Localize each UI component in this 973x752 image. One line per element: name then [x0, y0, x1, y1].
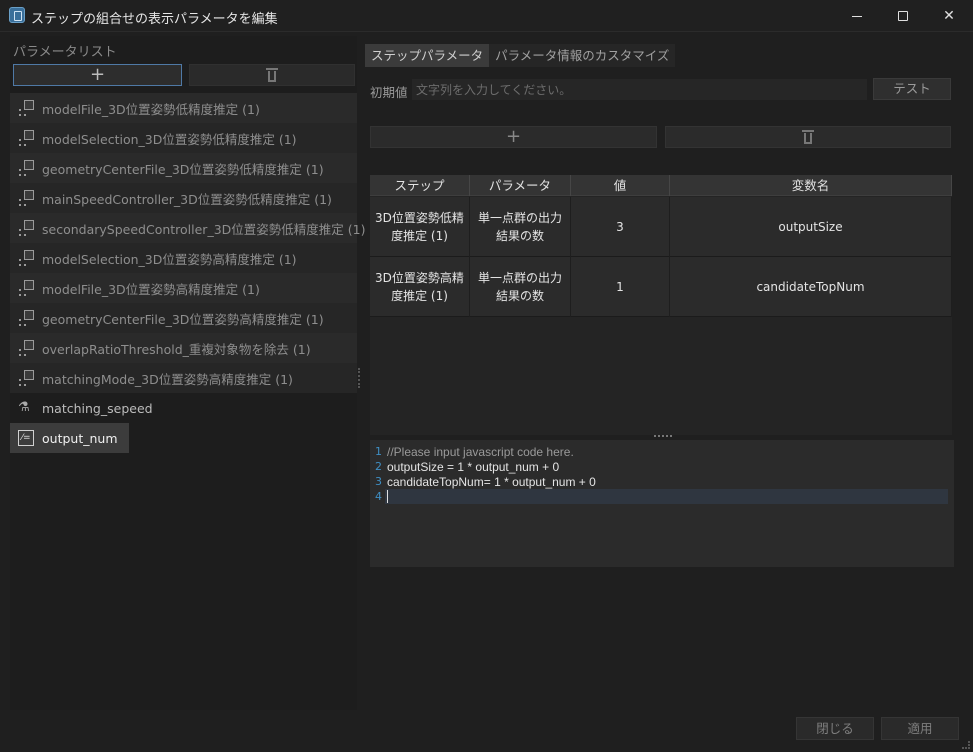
cell-parameter: 単一点群の出力結果の数	[470, 197, 571, 257]
maximize-icon	[898, 11, 908, 21]
editor-empty-area	[370, 567, 954, 700]
parameter-list-label: パラメータリスト	[13, 45, 117, 60]
cell-step: 3D位置姿勢高精度推定 (1)	[370, 257, 470, 317]
list-item[interactable]: geometryCenterFile_3D位置姿勢低精度推定 (1)	[10, 153, 357, 183]
current-line-highlight	[385, 489, 948, 504]
plus-icon: +	[89, 64, 106, 85]
list-item[interactable]: modelSelection_3D位置姿勢低精度推定 (1)	[10, 123, 357, 153]
parameter-list-panel: パラメータリスト + modelFile_3D位置姿勢低精度推定 (1) mod…	[10, 36, 365, 710]
cell-variable-name[interactable]: outputSize	[670, 197, 952, 257]
trash-icon	[266, 68, 278, 82]
step-parameter-table: ステップ パラメータ 値 変数名 3D位置姿勢低精度推定 (1) 単一点群の出力…	[370, 175, 952, 435]
list-item-label: modelSelection_3D位置姿勢高精度推定 (1)	[42, 251, 297, 267]
list-item-label: mainSpeedController_3D位置姿勢低精度推定 (1)	[42, 191, 332, 207]
link-icon	[18, 280, 34, 296]
link-icon	[18, 310, 34, 326]
line-number: 2	[375, 460, 382, 473]
column-header-variable-name[interactable]: 変数名	[670, 175, 952, 196]
column-header-step[interactable]: ステップ	[370, 175, 470, 196]
list-item[interactable]: geometryCenterFile_3D位置姿勢高精度推定 (1)	[10, 303, 357, 333]
list-item-label: modelSelection_3D位置姿勢低精度推定 (1)	[42, 131, 297, 147]
add-step-button[interactable]: +	[370, 126, 657, 148]
list-item[interactable]: matchingMode_3D位置姿勢高精度推定 (1)	[10, 363, 357, 393]
list-item[interactable]: overlapRatioThreshold_重複対象物を除去 (1)	[10, 333, 357, 363]
list-item-selected[interactable]: ⁄= output_num	[10, 423, 129, 453]
code-line: outputSize = 1 * output_num + 0	[387, 460, 560, 474]
delete-step-button[interactable]	[665, 126, 951, 148]
list-item[interactable]: modelSelection_3D位置姿勢高精度推定 (1)	[10, 243, 357, 273]
tab-customize-parameter-info[interactable]: パラメータ情報のカスタマイズ	[489, 44, 676, 67]
list-item-label: overlapRatioThreshold_重複対象物を除去 (1)	[42, 341, 311, 357]
list-item-label: geometryCenterFile_3D位置姿勢低精度推定 (1)	[42, 161, 324, 177]
list-item[interactable]: secondarySpeedController_3D位置姿勢低精度推定 (1)	[10, 213, 365, 243]
trash-icon	[802, 130, 814, 144]
maximize-button[interactable]	[880, 0, 926, 32]
list-item-label: output_num	[42, 430, 118, 446]
list-item-label: matchingMode_3D位置姿勢高精度推定 (1)	[42, 371, 293, 387]
close-button[interactable]: 閉じる	[796, 717, 874, 740]
code-editor[interactable]: 1 //Please input javascript code here. 2…	[370, 440, 954, 567]
delete-parameter-button[interactable]	[189, 64, 355, 86]
close-window-button[interactable]: ✕	[926, 0, 972, 32]
list-item[interactable]: mainSpeedController_3D位置姿勢低精度推定 (1)	[10, 183, 357, 213]
list-item-label: modelFile_3D位置姿勢高精度推定 (1)	[42, 281, 260, 297]
list-item[interactable]: modelFile_3D位置姿勢高精度推定 (1)	[10, 273, 357, 303]
window-title: ステップの組合せの表示パラメータを編集	[31, 12, 278, 27]
minimize-icon	[852, 15, 862, 17]
close-icon: ✕	[943, 8, 955, 24]
link-icon	[18, 130, 34, 146]
line-number: 4	[375, 490, 382, 503]
code-line: //Please input javascript code here.	[387, 445, 574, 459]
link-icon	[18, 190, 34, 206]
link-icon	[18, 220, 34, 236]
list-item-label: modelFile_3D位置姿勢低精度推定 (1)	[42, 101, 260, 117]
test-button[interactable]: テスト	[873, 78, 951, 100]
add-parameter-button[interactable]: +	[13, 64, 182, 86]
column-header-value[interactable]: 値	[571, 175, 670, 196]
link-icon	[18, 160, 34, 176]
editor-splitter-handle[interactable]	[654, 435, 672, 437]
flask-icon: ⚗	[18, 400, 30, 415]
list-item-label: secondarySpeedController_3D位置姿勢低精度推定 (1)	[42, 221, 366, 237]
line-number: 1	[375, 445, 382, 458]
parameter-list: modelFile_3D位置姿勢低精度推定 (1) modelSelection…	[10, 93, 365, 453]
apply-button[interactable]: 適用	[881, 717, 959, 740]
cell-variable-name[interactable]: candidateTopNum	[670, 257, 952, 317]
variable-icon: ⁄=	[18, 430, 34, 446]
resize-grip[interactable]	[962, 741, 970, 749]
list-item[interactable]: modelFile_3D位置姿勢低精度推定 (1)	[10, 93, 357, 123]
link-icon	[18, 250, 34, 266]
code-line: candidateTopNum= 1 * output_num + 0	[387, 475, 596, 489]
cell-value[interactable]: 3	[571, 197, 670, 257]
line-number: 3	[375, 475, 382, 488]
initial-value-input[interactable]	[412, 79, 867, 100]
cell-parameter: 単一点群の出力結果の数	[470, 257, 571, 317]
list-item-label: geometryCenterFile_3D位置姿勢高精度推定 (1)	[42, 311, 324, 327]
tab-step-parameters[interactable]: ステップパラメータ	[365, 44, 490, 67]
table-header: ステップ パラメータ 値 変数名	[370, 175, 952, 196]
title-bar: ステップの組合せの表示パラメータを編集 ✕	[0, 0, 973, 32]
cell-step: 3D位置姿勢低精度推定 (1)	[370, 197, 470, 257]
list-item-label: matching_sepeed	[42, 400, 153, 416]
table-row[interactable]: 3D位置姿勢低精度推定 (1) 単一点群の出力結果の数 3 outputSize	[370, 197, 952, 257]
app-icon	[9, 7, 25, 23]
link-icon	[18, 100, 34, 116]
table-row[interactable]: 3D位置姿勢高精度推定 (1) 単一点群の出力結果の数 1 candidateT…	[370, 257, 952, 317]
list-item[interactable]: ⚗ matching_sepeed	[10, 393, 357, 423]
link-icon	[18, 370, 34, 386]
column-header-parameter[interactable]: パラメータ	[470, 175, 571, 196]
cell-value[interactable]: 1	[571, 257, 670, 317]
panel-splitter-handle[interactable]	[358, 368, 362, 388]
link-icon	[18, 340, 34, 356]
minimize-button[interactable]	[834, 0, 880, 32]
tab-bar: ステップパラメータ パラメータ情報のカスタマイズ	[365, 44, 676, 68]
initial-value-label: 初期値	[370, 85, 408, 100]
text-caret	[387, 490, 388, 503]
plus-icon: +	[505, 126, 522, 147]
